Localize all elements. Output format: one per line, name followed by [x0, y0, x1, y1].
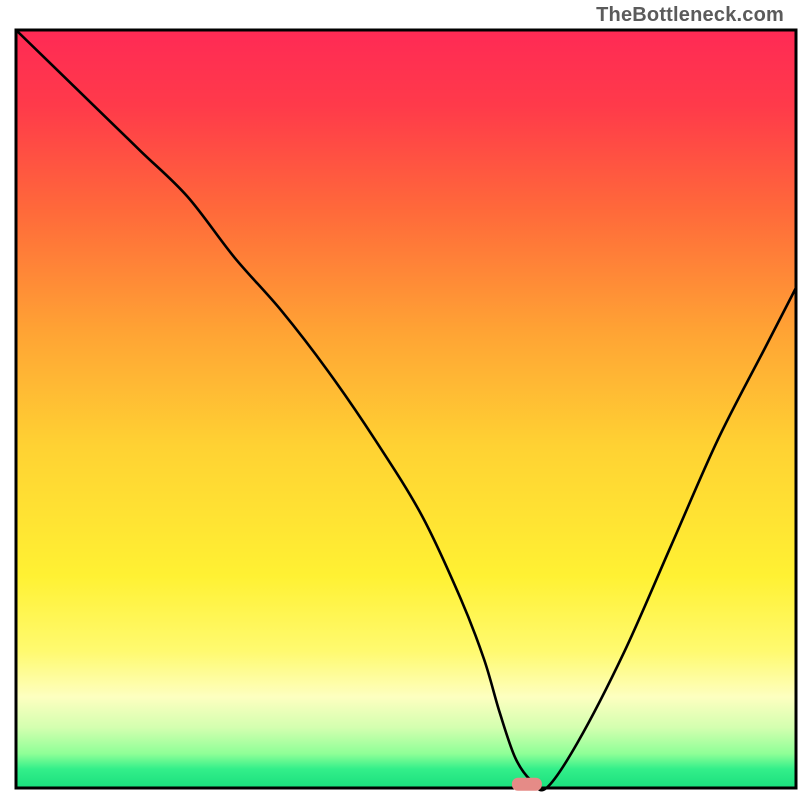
optimal-point-marker [512, 778, 542, 791]
chart-stage: TheBottleneck.com [0, 0, 800, 800]
bottleneck-chart [0, 0, 800, 800]
